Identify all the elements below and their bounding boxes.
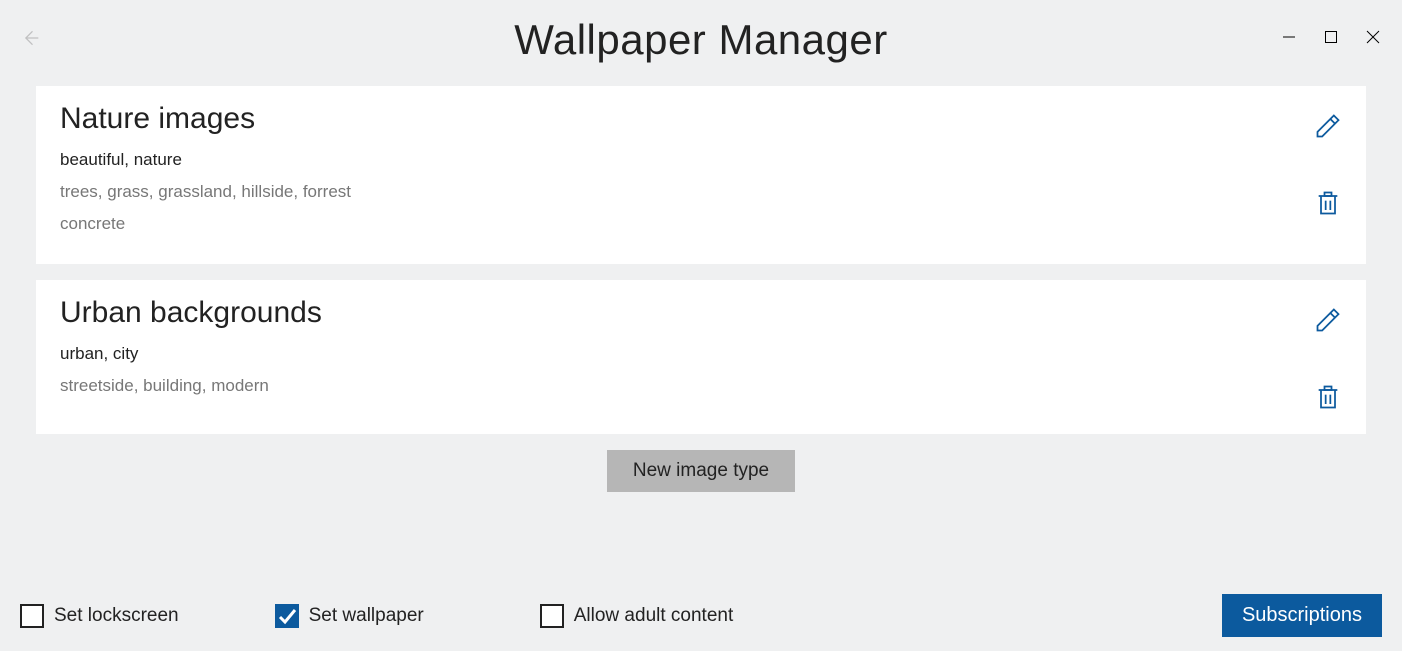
card-tags-primary: beautiful, nature xyxy=(60,150,1314,170)
card-title: Urban backgrounds xyxy=(60,296,1314,330)
set-lockscreen-checkbox[interactable]: Set lockscreen xyxy=(20,604,179,628)
new-image-type-button[interactable]: New image type xyxy=(607,450,795,492)
checkbox-label: Set lockscreen xyxy=(54,605,179,627)
pencil-icon xyxy=(1314,321,1342,338)
pencil-icon xyxy=(1314,127,1342,144)
card-tags-secondary: trees, grass, grassland, hillside, forre… xyxy=(60,182,1314,202)
card-title: Nature images xyxy=(60,102,1314,136)
delete-button[interactable] xyxy=(1314,189,1342,222)
image-type-card: Urban backgrounds urban, city streetside… xyxy=(36,280,1366,434)
edit-button[interactable] xyxy=(1314,112,1342,145)
allow-adult-content-checkbox[interactable]: Allow adult content xyxy=(540,604,734,628)
checkbox-label: Set wallpaper xyxy=(309,605,424,627)
trash-icon xyxy=(1314,204,1342,221)
maximize-button[interactable] xyxy=(1324,30,1338,49)
checkbox-label: Allow adult content xyxy=(574,605,734,627)
minimize-button[interactable] xyxy=(1282,30,1296,49)
app-title: Wallpaper Manager xyxy=(0,16,1402,64)
subscriptions-button[interactable]: Subscriptions xyxy=(1222,594,1382,637)
image-type-card: Nature images beautiful, nature trees, g… xyxy=(36,86,1366,264)
close-button[interactable] xyxy=(1366,30,1380,49)
checkbox-icon xyxy=(275,604,299,628)
card-tags-primary: urban, city xyxy=(60,344,1314,364)
edit-button[interactable] xyxy=(1314,306,1342,339)
trash-icon xyxy=(1314,398,1342,415)
checkbox-icon xyxy=(540,604,564,628)
card-tags-tertiary: concrete xyxy=(60,214,1314,234)
delete-button[interactable] xyxy=(1314,383,1342,416)
back-button[interactable] xyxy=(20,28,44,52)
set-wallpaper-checkbox[interactable]: Set wallpaper xyxy=(275,604,424,628)
card-tags-secondary: streetside, building, modern xyxy=(60,376,1314,396)
checkbox-icon xyxy=(20,604,44,628)
